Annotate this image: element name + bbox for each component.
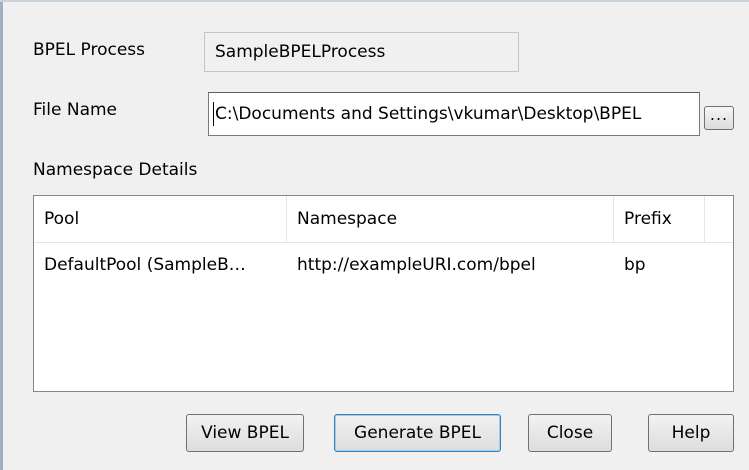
cell-pool: DefaultPool (SampleB… — [44, 255, 246, 275]
column-header-prefix[interactable]: Prefix — [614, 196, 705, 242]
cell-namespace: http://exampleURI.com/bpel — [297, 255, 536, 275]
table-row[interactable]: DefaultPool (SampleB… http://exampleURI.… — [34, 243, 733, 287]
namespace-details-label: Namespace Details — [33, 160, 198, 180]
window-top-border — [0, 0, 749, 2]
window-left-border — [0, 0, 3, 470]
column-header-filler — [705, 196, 733, 242]
help-button[interactable]: Help — [648, 414, 734, 452]
browse-button[interactable]: ... — [704, 106, 734, 130]
file-name-input[interactable]: C:\Documents and Settings\vkumar\Desktop… — [208, 92, 700, 136]
cell-prefix: bp — [624, 255, 646, 275]
column-header-namespace[interactable]: Namespace — [287, 196, 614, 242]
close-button[interactable]: Close — [528, 414, 612, 452]
file-name-value: C:\Documents and Settings\vkumar\Desktop… — [215, 104, 642, 124]
generate-bpel-button[interactable]: Generate BPEL — [334, 414, 501, 452]
bpel-process-field: SampleBPELProcess — [204, 32, 519, 72]
text-caret — [213, 102, 214, 126]
bpel-process-label: BPEL Process — [33, 40, 146, 60]
column-header-pool[interactable]: Pool — [34, 196, 287, 242]
view-bpel-button[interactable]: View BPEL — [186, 414, 304, 452]
file-name-label: File Name — [33, 100, 118, 120]
table-header: Pool Namespace Prefix — [34, 196, 733, 243]
namespace-table[interactable]: Pool Namespace Prefix DefaultPool (Sampl… — [33, 195, 734, 392]
